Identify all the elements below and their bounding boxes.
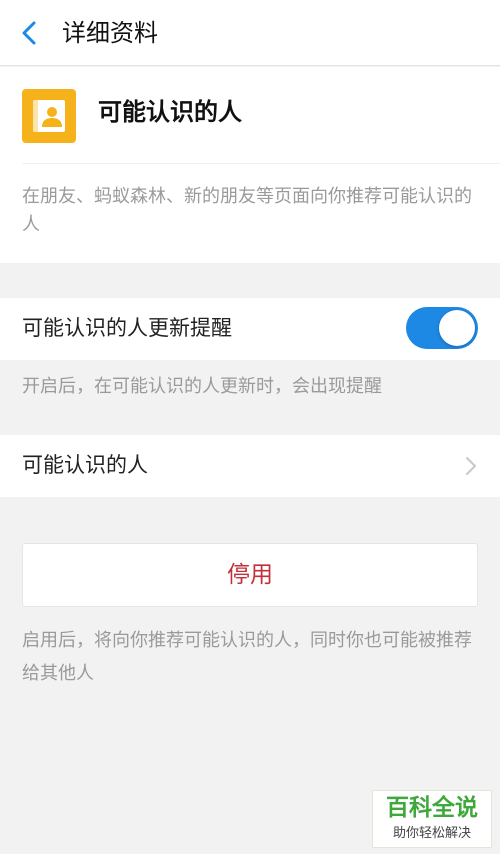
watermark-subtitle: 助你轻松解决 — [392, 826, 471, 841]
people-you-may-know-label: 可能认识的人 — [22, 453, 148, 477]
toggle-knob — [439, 310, 475, 346]
people-you-may-know-row[interactable]: 可能认识的人 — [0, 435, 500, 497]
update-reminder-row: 可能认识的人更新提醒 — [0, 298, 500, 360]
watermark-title: 百科全说 — [386, 795, 478, 821]
nav-bar: 详细资料 — [0, 0, 500, 66]
page-title: 详细资料 — [62, 19, 158, 47]
chevron-right-icon — [466, 457, 476, 475]
disable-note: 启用后，将向你推荐可能认识的人，同时你也可能被推荐给其他人 — [22, 630, 472, 684]
disable-button[interactable]: 停用 — [22, 543, 478, 607]
contacts-book-icon — [22, 89, 76, 143]
app-description: 在朋友、蚂蚁森林、新的朋友等页面向你推荐可能认识的人 — [22, 186, 472, 235]
app-name: 可能认识的人 — [98, 98, 242, 126]
update-reminder-toggle[interactable] — [406, 307, 478, 349]
divider — [22, 163, 500, 164]
chevron-left-icon[interactable] — [18, 20, 44, 46]
update-reminder-label: 可能认识的人更新提醒 — [22, 316, 232, 340]
watermark-logo: 百科全说 助你轻松解决 — [372, 790, 492, 848]
update-reminder-note: 开启后，在可能认识的人更新时，会出现提醒 — [22, 376, 382, 397]
app-info-card: 可能认识的人 在朋友、蚂蚁森林、新的朋友等页面向你推荐可能认识的人 — [0, 67, 500, 263]
